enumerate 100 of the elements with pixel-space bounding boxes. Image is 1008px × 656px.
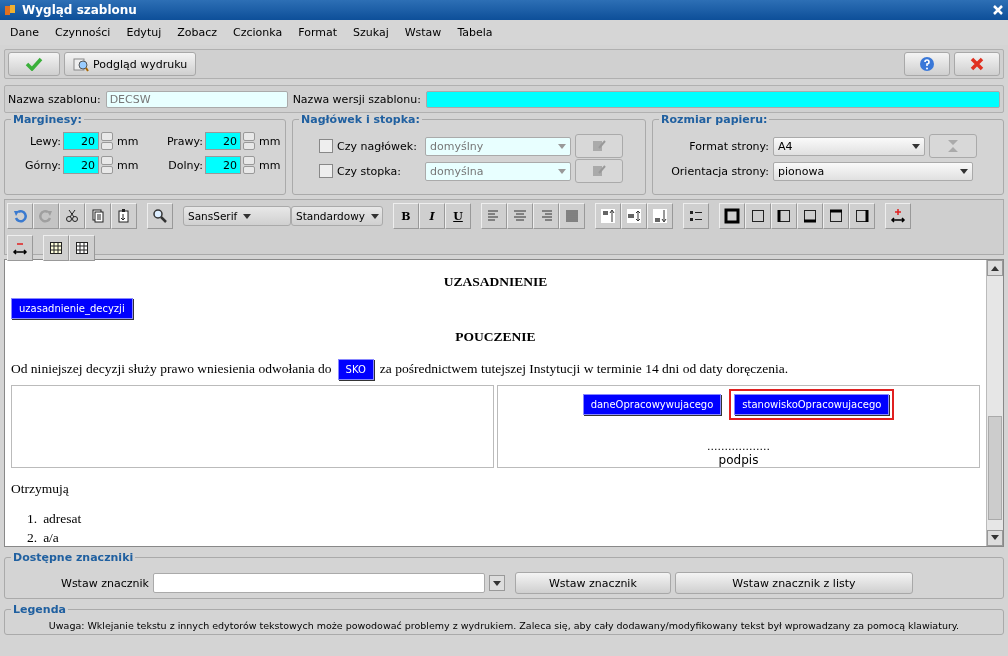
no-border-icon [750, 208, 766, 224]
top-border-icon [828, 208, 844, 224]
group-title: Rozmiar papieru: [659, 113, 770, 126]
scrollbar-thumb[interactable] [988, 416, 1002, 520]
print-preview-button[interactable]: Podgląd wydruku [64, 52, 197, 76]
delete-column-icon [12, 240, 28, 256]
note-icon [591, 139, 607, 153]
insert-from-list-button[interactable]: Wstaw znacznik z listy [674, 572, 913, 594]
insert-marker-button[interactable]: Wstaw znacznik [514, 572, 671, 594]
align-top-icon [600, 208, 616, 224]
justify-icon [564, 208, 580, 224]
toolbar-button[interactable] [797, 203, 823, 229]
cross-icon [969, 56, 985, 72]
checkbox[interactable] [319, 139, 333, 153]
menu-item[interactable]: Czynności [46, 26, 119, 39]
scroll-down-icon[interactable] [991, 535, 999, 541]
field-label: Nazwa wersji szablonu: [292, 92, 421, 106]
align-center-icon [512, 208, 528, 224]
dropdown[interactable]: pionowa [773, 161, 973, 181]
align-middle-icon [626, 208, 642, 224]
dropdown[interactable]: SansSerif [183, 206, 291, 226]
field-label: Format strony: [688, 139, 769, 153]
spinner-arrows[interactable] [243, 132, 255, 150]
grid-icon [74, 240, 90, 256]
toolbar-button[interactable] [147, 203, 173, 229]
check-icon [25, 57, 43, 71]
spinner-arrows[interactable] [101, 156, 113, 174]
all-borders-icon [724, 208, 740, 224]
document-heading: POUCZENIE [454, 329, 537, 345]
group-title: Marginesy: [11, 113, 84, 126]
placeholder-tag[interactable]: daneOpracowywujacego [582, 394, 722, 415]
redo-icon [38, 208, 54, 224]
unit-label: mm [117, 134, 140, 148]
scroll-up-icon[interactable] [991, 265, 999, 271]
menu-item[interactable]: Szukaj [345, 26, 397, 39]
toolbar-button[interactable] [69, 235, 95, 261]
dropdown[interactable]: domyślna [425, 161, 571, 181]
paragraph-text: za pośrednictwem tutejszej Instytucji w terminie 14 dni od daty doręczenia. [379, 361, 789, 376]
spinner-arrows[interactable] [243, 156, 255, 174]
copy-icon [90, 208, 106, 224]
unit-label: mm [117, 158, 140, 172]
dropdown[interactable]: domyślny [425, 136, 571, 156]
field-label: Nazwa szablonu: [8, 92, 101, 106]
toolbar-button[interactable] [43, 235, 69, 261]
toolbar-button[interactable] [745, 203, 771, 229]
menu-item[interactable]: Czcionka [225, 26, 291, 39]
number-field[interactable]: 20 [205, 132, 241, 150]
toolbar-button[interactable] [849, 203, 875, 229]
toolbar-button[interactable] [771, 203, 797, 229]
confirm-button[interactable] [8, 52, 60, 76]
list-text: adresat [43, 511, 82, 527]
note-icon [591, 164, 607, 178]
marker-field[interactable] [152, 573, 485, 593]
list-number: 1. [27, 511, 38, 527]
menu-item[interactable]: Format [290, 26, 345, 39]
close-icon[interactable] [992, 4, 1004, 16]
placeholder-tag[interactable]: SKO [337, 359, 374, 381]
field-label: Dolny: [167, 158, 203, 172]
field-label: Lewy: [28, 134, 61, 148]
help-button[interactable] [904, 52, 950, 76]
number-field[interactable]: 20 [205, 156, 241, 174]
menu-item[interactable]: Zobacz [169, 26, 226, 39]
dropdown[interactable]: A4 [773, 136, 925, 156]
paragraph-text: Od niniejszej decyzji służy prawo wniesienia odwołania do [11, 361, 332, 376]
menu-item[interactable]: Tabela [449, 26, 501, 39]
format-button[interactable]: U [445, 203, 471, 229]
field-label: Prawy: [165, 134, 203, 148]
toolbar-button[interactable] [59, 203, 85, 229]
version-name-field[interactable] [425, 90, 1000, 108]
toolbar-button[interactable] [885, 203, 911, 229]
menu-item[interactable]: Wstaw [396, 26, 450, 39]
undo-icon [12, 208, 28, 224]
format-button[interactable]: I [419, 203, 445, 229]
table-icon [48, 240, 64, 256]
menu-item[interactable]: Edytuj [118, 26, 170, 39]
checkbox[interactable] [319, 164, 333, 178]
search-icon [152, 208, 168, 224]
dropdown-button[interactable] [488, 575, 505, 591]
toolbar-button[interactable] [719, 203, 745, 229]
field-label: Orientacja strony: [670, 164, 769, 178]
dropdown[interactable]: Standardowy [291, 206, 383, 226]
number-field[interactable]: 20 [63, 132, 99, 150]
toolbar-button[interactable] [111, 203, 137, 229]
insert-column-icon [890, 208, 906, 224]
toolbar-button[interactable] [823, 203, 849, 229]
template-name-field[interactable]: DECSW [105, 90, 288, 108]
group-title: Legenda [11, 603, 68, 616]
toolbar-button[interactable] [7, 235, 33, 261]
cancel-button[interactable] [954, 52, 1000, 76]
menu-item[interactable]: Dane [2, 26, 47, 39]
placeholder-tag[interactable]: uzasadnienie_decyzji [11, 298, 133, 319]
app-icon [4, 4, 16, 16]
field-label: Czy stopka: [337, 164, 402, 178]
format-button[interactable]: B [393, 203, 419, 229]
spinner-arrows[interactable] [101, 132, 113, 150]
toolbar-button[interactable] [683, 203, 709, 229]
number-field[interactable]: 20 [63, 156, 99, 174]
signature-caption: podpis [718, 453, 759, 467]
placeholder-tag[interactable]: stanowiskoOpracowujacego [734, 394, 890, 415]
signature-line: .................. [707, 440, 770, 453]
